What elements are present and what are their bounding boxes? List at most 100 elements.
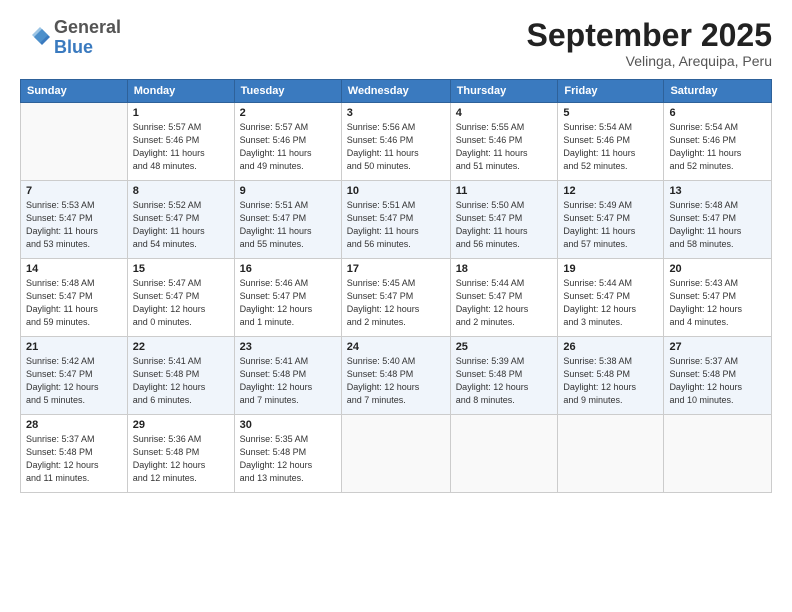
day-info: Sunrise: 5:45 AM Sunset: 5:47 PM Dayligh… <box>347 277 445 329</box>
day-info: Sunrise: 5:53 AM Sunset: 5:47 PM Dayligh… <box>26 199 122 251</box>
logo-general-text: General <box>54 18 121 38</box>
day-info: Sunrise: 5:56 AM Sunset: 5:46 PM Dayligh… <box>347 121 445 173</box>
calendar-cell <box>341 415 450 493</box>
day-info: Sunrise: 5:48 AM Sunset: 5:47 PM Dayligh… <box>26 277 122 329</box>
calendar-week-row: 1 Sunrise: 5:57 AM Sunset: 5:46 PM Daylig… <box>21 103 772 181</box>
header: General Blue September 2025 Velinga, Are… <box>20 18 772 69</box>
calendar-cell <box>450 415 558 493</box>
day-info: Sunrise: 5:36 AM Sunset: 5:48 PM Dayligh… <box>133 433 229 485</box>
day-info: Sunrise: 5:38 AM Sunset: 5:48 PM Dayligh… <box>563 355 658 407</box>
day-info: Sunrise: 5:51 AM Sunset: 5:47 PM Dayligh… <box>347 199 445 251</box>
page: General Blue September 2025 Velinga, Are… <box>0 0 792 612</box>
day-number: 17 <box>347 263 445 275</box>
logo-text: General Blue <box>54 18 121 58</box>
day-info: Sunrise: 5:41 AM Sunset: 5:48 PM Dayligh… <box>133 355 229 407</box>
day-info: Sunrise: 5:44 AM Sunset: 5:47 PM Dayligh… <box>456 277 553 329</box>
calendar-cell: 15 Sunrise: 5:47 AM Sunset: 5:47 PM Dayli… <box>127 259 234 337</box>
day-number: 5 <box>563 107 658 119</box>
day-number: 26 <box>563 341 658 353</box>
day-number: 23 <box>240 341 336 353</box>
day-info: Sunrise: 5:50 AM Sunset: 5:47 PM Dayligh… <box>456 199 553 251</box>
calendar-header-row: SundayMondayTuesdayWednesdayThursdayFrid… <box>21 80 772 103</box>
day-info: Sunrise: 5:49 AM Sunset: 5:47 PM Dayligh… <box>563 199 658 251</box>
calendar-cell: 18Sunrise: 5:44 AM Sunset: 5:47 PM Dayli… <box>450 259 558 337</box>
location: Velinga, Arequipa, Peru <box>527 53 772 69</box>
day-number: 19 <box>563 263 658 275</box>
calendar-cell: 30 Sunrise: 5:35 AM Sunset: 5:48 PM Dayli… <box>234 415 341 493</box>
day-info: Sunrise: 5:48 AM Sunset: 5:47 PM Dayligh… <box>669 199 766 251</box>
calendar-cell: 4Sunrise: 5:55 AM Sunset: 5:46 PM Daylig… <box>450 103 558 181</box>
logo-icon <box>20 23 50 53</box>
calendar-cell: 5Sunrise: 5:54 AM Sunset: 5:46 PM Daylig… <box>558 103 664 181</box>
calendar-cell <box>664 415 772 493</box>
day-info: Sunrise: 5:35 AM Sunset: 5:48 PM Dayligh… <box>240 433 336 485</box>
col-header-monday: Monday <box>127 80 234 103</box>
day-number: 24 <box>347 341 445 353</box>
day-info: Sunrise: 5:47 AM Sunset: 5:47 PM Dayligh… <box>133 277 229 329</box>
day-number: 13 <box>669 185 766 197</box>
day-info: Sunrise: 5:55 AM Sunset: 5:46 PM Dayligh… <box>456 121 553 173</box>
day-info: Sunrise: 5:46 AM Sunset: 5:47 PM Dayligh… <box>240 277 336 329</box>
calendar-cell: 13 Sunrise: 5:48 AM Sunset: 5:47 PM Dayli… <box>664 181 772 259</box>
day-number: 16 <box>240 263 336 275</box>
col-header-wednesday: Wednesday <box>341 80 450 103</box>
day-info: Sunrise: 5:43 AM Sunset: 5:47 PM Dayligh… <box>669 277 766 329</box>
day-number: 28 <box>26 419 122 431</box>
day-number: 27 <box>669 341 766 353</box>
day-number: 30 <box>240 419 336 431</box>
logo-blue-text: Blue <box>54 38 121 58</box>
calendar-cell: 6Sunrise: 5:54 AM Sunset: 5:46 PM Daylig… <box>664 103 772 181</box>
calendar-cell: 27Sunrise: 5:37 AM Sunset: 5:48 PM Dayli… <box>664 337 772 415</box>
col-header-sunday: Sunday <box>21 80 128 103</box>
day-info: Sunrise: 5:57 AM Sunset: 5:46 PM Dayligh… <box>240 121 336 173</box>
day-number: 14 <box>26 263 122 275</box>
calendar-cell: 11 Sunrise: 5:50 AM Sunset: 5:47 PM Dayli… <box>450 181 558 259</box>
calendar-cell: 3Sunrise: 5:56 AM Sunset: 5:46 PM Daylig… <box>341 103 450 181</box>
calendar-cell: 19 Sunrise: 5:44 AM Sunset: 5:47 PM Dayli… <box>558 259 664 337</box>
calendar-cell: 17 Sunrise: 5:45 AM Sunset: 5:47 PM Dayli… <box>341 259 450 337</box>
calendar-week-row: 28 Sunrise: 5:37 AM Sunset: 5:48 PM Dayli… <box>21 415 772 493</box>
day-info: Sunrise: 5:52 AM Sunset: 5:47 PM Dayligh… <box>133 199 229 251</box>
col-header-friday: Friday <box>558 80 664 103</box>
day-number: 2 <box>240 107 336 119</box>
calendar-cell: 2 Sunrise: 5:57 AM Sunset: 5:46 PM Daylig… <box>234 103 341 181</box>
day-number: 22 <box>133 341 229 353</box>
calendar-week-row: 7Sunrise: 5:53 AM Sunset: 5:47 PM Daylig… <box>21 181 772 259</box>
day-number: 10 <box>347 185 445 197</box>
col-header-saturday: Saturday <box>664 80 772 103</box>
day-info: Sunrise: 5:57 AM Sunset: 5:46 PM Dayligh… <box>133 121 229 173</box>
calendar-cell: 10 Sunrise: 5:51 AM Sunset: 5:47 PM Dayli… <box>341 181 450 259</box>
day-number: 15 <box>133 263 229 275</box>
day-number: 6 <box>669 107 766 119</box>
day-info: Sunrise: 5:41 AM Sunset: 5:48 PM Dayligh… <box>240 355 336 407</box>
calendar-cell: 20 Sunrise: 5:43 AM Sunset: 5:47 PM Dayli… <box>664 259 772 337</box>
calendar-cell: 28 Sunrise: 5:37 AM Sunset: 5:48 PM Dayli… <box>21 415 128 493</box>
month-title: September 2025 <box>527 18 772 53</box>
calendar-cell: 26 Sunrise: 5:38 AM Sunset: 5:48 PM Dayli… <box>558 337 664 415</box>
calendar-cell: 16 Sunrise: 5:46 AM Sunset: 5:47 PM Dayli… <box>234 259 341 337</box>
calendar-cell <box>21 103 128 181</box>
logo: General Blue <box>20 18 121 58</box>
calendar-cell: 8 Sunrise: 5:52 AM Sunset: 5:47 PM Daylig… <box>127 181 234 259</box>
calendar-cell: 7Sunrise: 5:53 AM Sunset: 5:47 PM Daylig… <box>21 181 128 259</box>
day-number: 8 <box>133 185 229 197</box>
day-info: Sunrise: 5:51 AM Sunset: 5:47 PM Dayligh… <box>240 199 336 251</box>
calendar-cell: 24Sunrise: 5:40 AM Sunset: 5:48 PM Dayli… <box>341 337 450 415</box>
day-number: 21 <box>26 341 122 353</box>
title-block: September 2025 Velinga, Arequipa, Peru <box>527 18 772 69</box>
day-number: 9 <box>240 185 336 197</box>
col-header-tuesday: Tuesday <box>234 80 341 103</box>
calendar-cell: 29Sunrise: 5:36 AM Sunset: 5:48 PM Dayli… <box>127 415 234 493</box>
day-info: Sunrise: 5:44 AM Sunset: 5:47 PM Dayligh… <box>563 277 658 329</box>
calendar-cell: 12Sunrise: 5:49 AM Sunset: 5:47 PM Dayli… <box>558 181 664 259</box>
day-number: 11 <box>456 185 553 197</box>
day-number: 20 <box>669 263 766 275</box>
day-info: Sunrise: 5:42 AM Sunset: 5:47 PM Dayligh… <box>26 355 122 407</box>
calendar-cell: 22 Sunrise: 5:41 AM Sunset: 5:48 PM Dayli… <box>127 337 234 415</box>
calendar-week-row: 21 Sunrise: 5:42 AM Sunset: 5:47 PM Dayli… <box>21 337 772 415</box>
calendar-cell: 9 Sunrise: 5:51 AM Sunset: 5:47 PM Daylig… <box>234 181 341 259</box>
day-info: Sunrise: 5:37 AM Sunset: 5:48 PM Dayligh… <box>26 433 122 485</box>
calendar-cell: 23 Sunrise: 5:41 AM Sunset: 5:48 PM Dayli… <box>234 337 341 415</box>
day-number: 25 <box>456 341 553 353</box>
day-number: 1 <box>133 107 229 119</box>
